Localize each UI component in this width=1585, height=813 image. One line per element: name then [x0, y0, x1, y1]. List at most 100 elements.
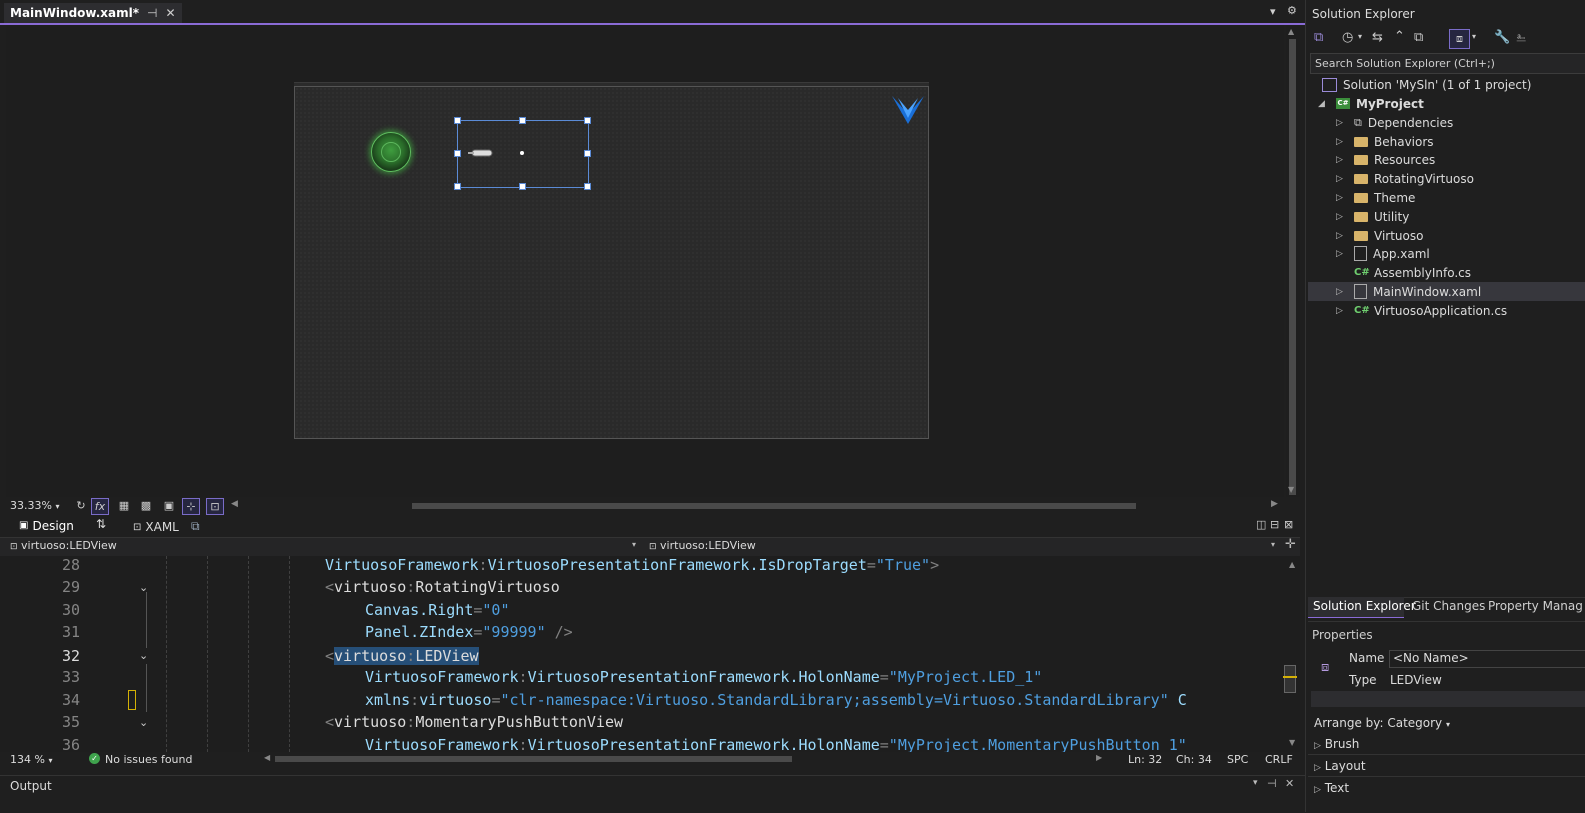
- scroll-left-icon[interactable]: ◀: [264, 753, 270, 762]
- code-line-34[interactable]: xmlns:virtuoso="clr-namespace:Virtuoso.S…: [365, 691, 1187, 709]
- collapsed-icon[interactable]: ▷: [1336, 137, 1346, 147]
- editor-scroll-thumb[interactable]: [1284, 665, 1296, 693]
- fold-toggle-icon[interactable]: ⌄: [139, 581, 148, 594]
- tab-xaml-label[interactable]: XAML: [145, 520, 178, 534]
- scroll-left-icon[interactable]: ◀: [231, 499, 238, 509]
- zoom-value[interactable]: 33.33%: [10, 499, 52, 512]
- filter-icon[interactable]: ⧈: [1449, 29, 1470, 49]
- property-group-label[interactable]: Brush: [1325, 737, 1360, 751]
- code-line-30[interactable]: Canvas.Right="0": [365, 601, 510, 619]
- tree-item-behaviors[interactable]: ▷ Behaviors: [1336, 132, 1434, 151]
- code-line-32[interactable]: <virtuoso:LEDView: [325, 647, 479, 665]
- collapse-pane-icon[interactable]: ⊠: [1284, 518, 1293, 531]
- tree-item-rotatingvirtuoso[interactable]: ▷ RotatingVirtuoso: [1336, 169, 1474, 188]
- chevron-down-icon[interactable]: ▾: [632, 540, 636, 549]
- show-all-files-icon[interactable]: ⧉: [1414, 30, 1423, 45]
- tree-item-utility[interactable]: ▷ Utility: [1336, 207, 1409, 226]
- property-group-brush[interactable]: ▷ Brush: [1314, 737, 1359, 751]
- pin-icon[interactable]: ⊣: [147, 3, 157, 23]
- artboard-background-icon[interactable]: ▣: [161, 498, 177, 513]
- swap-panes-icon[interactable]: ⇅: [96, 517, 106, 531]
- collapsed-icon[interactable]: ▷: [1336, 174, 1346, 184]
- scroll-thumb[interactable]: [1289, 39, 1296, 495]
- popout-xaml-icon[interactable]: ⧉: [191, 519, 200, 534]
- collapsed-icon[interactable]: ▷: [1336, 193, 1346, 203]
- issues-status[interactable]: No issues found: [105, 753, 192, 766]
- editor-horizontal-scroll-thumb[interactable]: [275, 756, 792, 762]
- expanded-icon[interactable]: ◢: [1318, 99, 1328, 109]
- collapsed-icon[interactable]: ▷: [1314, 763, 1321, 773]
- project-code-icon[interactable]: ⊡: [206, 498, 224, 515]
- resize-handle[interactable]: [519, 183, 526, 190]
- chevron-down-icon[interactable]: ▾: [1271, 540, 1275, 549]
- property-group-text[interactable]: ▷ Text: [1314, 781, 1349, 795]
- output-title[interactable]: Output: [10, 779, 52, 793]
- tree-item-mainwindow[interactable]: ▷ MainWindow.xaml: [1308, 282, 1585, 301]
- scroll-down-icon[interactable]: ▼: [1288, 485, 1294, 494]
- tree-item-label[interactable]: VirtuosoApplication.cs: [1374, 304, 1507, 318]
- arrange-by-dropdown[interactable]: Arrange by: Category ▾: [1314, 716, 1450, 730]
- editor-vertical-scrollbar[interactable]: [1283, 556, 1300, 752]
- tree-project-label[interactable]: MyProject: [1356, 97, 1424, 111]
- element-dropdown-left[interactable]: ⊡ virtuoso:LEDView: [10, 539, 117, 552]
- collapsed-icon[interactable]: ▷: [1336, 249, 1346, 259]
- collapsed-icon[interactable]: ▷: [1336, 306, 1346, 316]
- refresh-icon[interactable]: ↻: [73, 498, 89, 513]
- scroll-up-icon[interactable]: ▲: [1288, 27, 1294, 36]
- scroll-up-icon[interactable]: ▲: [1289, 560, 1295, 569]
- tree-project[interactable]: ◢ C# MyProject: [1318, 94, 1424, 113]
- column-indicator[interactable]: Ch: 34: [1176, 753, 1212, 766]
- property-group-layout[interactable]: ▷ Layout: [1314, 759, 1366, 773]
- tab-git-changes[interactable]: Git Changes: [1412, 599, 1485, 613]
- chevron-down-icon[interactable]: ▾: [1358, 32, 1362, 41]
- solution-search-input[interactable]: [1311, 54, 1585, 73]
- chevron-down-icon[interactable]: ▾: [1253, 778, 1258, 788]
- collapsed-icon[interactable]: ▷: [1336, 231, 1346, 241]
- scroll-down-icon[interactable]: ▼: [1289, 738, 1295, 747]
- resize-handle[interactable]: [519, 117, 526, 124]
- tree-item-virtuoso[interactable]: ▷ Virtuoso: [1336, 226, 1423, 245]
- line-indicator[interactable]: Ln: 32: [1128, 753, 1162, 766]
- sync-icon[interactable]: ⇆: [1372, 30, 1383, 45]
- tab-overflow-icon[interactable]: ▾: [1270, 5, 1276, 18]
- property-group-label[interactable]: Layout: [1325, 759, 1366, 773]
- name-field[interactable]: <No Name>: [1389, 650, 1585, 668]
- tree-item-label[interactable]: AssemblyInfo.cs: [1374, 266, 1471, 280]
- tree-item-virtuosoapplication[interactable]: ▷ C# VirtuosoApplication.cs: [1336, 301, 1507, 320]
- fold-toggle-icon[interactable]: ⌄: [139, 716, 148, 729]
- collapsed-icon[interactable]: ▷: [1336, 212, 1346, 222]
- tab-design[interactable]: ▣ Design: [15, 516, 78, 535]
- code-line-31[interactable]: Panel.ZIndex="99999" />: [365, 623, 573, 641]
- scroll-thumb[interactable]: [412, 503, 1136, 509]
- designer-horizontal-scrollbar[interactable]: [238, 501, 1274, 511]
- element-dropdown-right-value[interactable]: virtuoso:LEDView: [660, 539, 756, 552]
- resize-handle[interactable]: [584, 150, 591, 157]
- tree-item-label[interactable]: Resources: [1374, 153, 1435, 167]
- code-line-28[interactable]: VirtuosoFramework:VirtuosoPresentationFr…: [325, 556, 939, 574]
- tree-item-label[interactable]: App.xaml: [1373, 247, 1430, 261]
- chevron-down-icon[interactable]: ▾: [1472, 32, 1476, 41]
- tree-item-assemblyinfo[interactable]: C# AssemblyInfo.cs: [1336, 263, 1471, 282]
- snap-lines-icon[interactable]: ⊹: [182, 498, 200, 515]
- close-icon[interactable]: ✕: [165, 3, 175, 23]
- tree-item-label[interactable]: Theme: [1374, 191, 1415, 205]
- tab-xaml[interactable]: ⊡ XAML: [133, 520, 179, 534]
- tree-item-label[interactable]: Utility: [1374, 210, 1409, 224]
- resize-handle[interactable]: [454, 183, 461, 190]
- resize-handle[interactable]: [584, 117, 591, 124]
- close-icon[interactable]: ✕: [1285, 777, 1294, 790]
- code-line-35[interactable]: <virtuoso:MomentaryPushButtonView: [325, 713, 623, 731]
- code-line-33[interactable]: VirtuosoFramework:VirtuosoPresentationFr…: [365, 668, 1042, 686]
- collapsed-icon[interactable]: ▷: [1336, 287, 1346, 297]
- code-line-29[interactable]: <virtuoso:RotatingVirtuoso: [325, 578, 560, 596]
- tree-item-label[interactable]: Dependencies: [1368, 116, 1453, 130]
- scroll-right-icon[interactable]: ▶: [1271, 499, 1278, 509]
- collapsed-icon[interactable]: ▷: [1314, 741, 1321, 751]
- fx-button[interactable]: fx: [91, 498, 109, 515]
- tree-item-dependencies[interactable]: ▷ ⧉ Dependencies: [1336, 113, 1453, 132]
- tree-item-label[interactable]: MainWindow.xaml: [1373, 285, 1481, 299]
- vertical-split-icon[interactable]: ◫: [1256, 518, 1266, 531]
- collapsed-icon[interactable]: ▷: [1336, 155, 1346, 165]
- document-tab[interactable]: MainWindow.xaml* ⊣ ✕: [4, 3, 182, 23]
- arrange-by-label[interactable]: Arrange by: Category: [1314, 716, 1442, 730]
